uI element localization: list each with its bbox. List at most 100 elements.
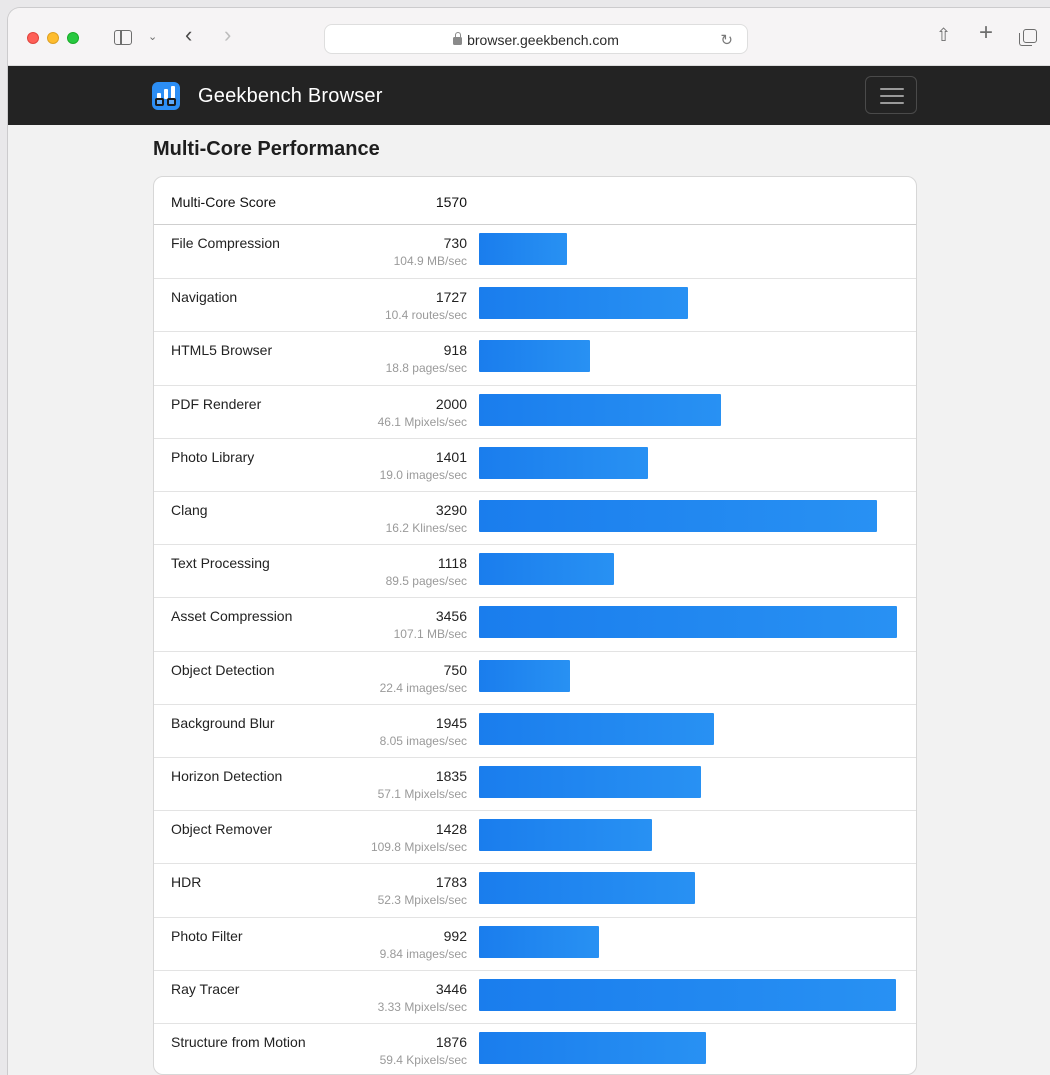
score-bar — [479, 393, 721, 426]
workload-name: Object Detection — [171, 661, 275, 678]
table-row: Clang 3290 16.2 Klines/sec — [154, 491, 916, 544]
workload-rate: 59.4 Kpixels/sec — [379, 1053, 467, 1067]
workload-score: 1945 — [435, 714, 467, 731]
table-row: Object Detection 750 22.4 images/sec — [154, 650, 916, 704]
workload-score: 3446 — [435, 980, 467, 997]
workload-rate: 104.9 MB/sec — [393, 254, 467, 268]
url-text: browser.geekbench.com — [467, 32, 619, 48]
workload-rate: 107.1 MB/sec — [393, 627, 467, 642]
workload-name: File Compression — [171, 235, 280, 251]
workload-score: 1401 — [435, 448, 467, 465]
chevron-down-icon[interactable]: ⌄ — [148, 28, 157, 46]
workload-score: 750 — [443, 661, 467, 678]
workload-name: Photo Library — [171, 448, 255, 465]
close-window-button[interactable] — [27, 32, 39, 44]
workload-name: Ray Tracer — [171, 980, 240, 997]
workload-rate: 89.5 pages/sec — [385, 574, 467, 589]
workload-name: Photo Filter — [171, 927, 243, 944]
workload-score: 1118 — [437, 555, 467, 572]
page-title: Multi-Core Performance — [153, 138, 380, 160]
workload-name: Horizon Detection — [171, 768, 283, 784]
table-row: Background Blur 1945 8.05 images/sec — [154, 703, 916, 757]
score-bar — [479, 872, 695, 905]
workload-rate: 8.05 images/sec — [379, 733, 467, 748]
geekbench-logo-icon[interactable] — [152, 82, 180, 110]
site-navbar: Geekbench Browser — [8, 66, 1050, 125]
browser-toolbar: ⌄ ‹ › browser.geekbench.com ↻ ⇧ + — [8, 8, 1050, 66]
workload-name: Clang — [171, 502, 208, 518]
reload-icon[interactable]: ↻ — [720, 31, 733, 49]
score-bar — [479, 500, 877, 532]
workload-rate: 22.4 images/sec — [379, 680, 467, 695]
table-row: HDR 1783 52.3 Mpixels/sec — [154, 863, 916, 916]
minimize-window-button[interactable] — [47, 32, 59, 44]
workload-score: 2000 — [435, 395, 467, 412]
score-bar — [479, 819, 652, 852]
table-row: File Compression 730 104.9 MB/sec — [154, 225, 916, 278]
workload-rate: 9.84 images/sec — [379, 946, 467, 961]
score-bar — [479, 446, 648, 479]
table-row: Photo Filter 992 9.84 images/sec — [154, 916, 916, 970]
workload-score: 3456 — [435, 608, 467, 625]
workload-rate: 3.33 Mpixels/sec — [377, 999, 467, 1014]
workload-score: 1428 — [435, 821, 467, 838]
score-bar — [479, 606, 897, 639]
workload-name: Background Blur — [171, 714, 275, 731]
table-row: Text Processing 1118 89.5 pages/sec — [154, 544, 916, 597]
hamburger-menu-icon[interactable] — [865, 76, 917, 114]
table-row: Horizon Detection 1835 57.1 Mpixels/sec — [154, 757, 916, 810]
workload-score: 1835 — [435, 768, 467, 784]
sidebar-icon[interactable] — [114, 30, 132, 45]
score-bar — [479, 766, 701, 798]
table-row: HTML5 Browser 918 18.8 pages/sec — [154, 331, 916, 384]
score-bar — [479, 925, 599, 958]
share-icon[interactable]: ⇧ — [936, 26, 951, 44]
workload-rate: 10.4 routes/sec — [384, 308, 467, 323]
workload-name: Navigation — [171, 289, 238, 306]
workload-rate: 52.3 Mpixels/sec — [377, 893, 467, 908]
workload-name: Text Processing — [171, 555, 270, 572]
workload-name: HDR — [171, 874, 202, 891]
plus-icon[interactable]: + — [979, 21, 993, 45]
table-row: PDF Renderer 2000 46.1 Mpixels/sec — [154, 384, 916, 438]
workload-rate: 46.1 Mpixels/sec — [377, 414, 467, 429]
workload-score: 1876 — [435, 1034, 467, 1050]
score-bar — [479, 553, 614, 586]
workload-score: 3290 — [435, 502, 467, 518]
benchmark-table: Multi-Core Score 1570 File Compression 73… — [153, 176, 917, 1075]
workload-rate: 16.2 Klines/sec — [385, 521, 467, 535]
workload-score: 730 — [443, 235, 467, 251]
workload-rate: 57.1 Mpixels/sec — [377, 787, 467, 801]
back-button[interactable]: ‹ — [185, 24, 192, 46]
table-row: Ray Tracer 3446 3.33 Mpixels/sec — [154, 969, 916, 1023]
tabs-icon[interactable] — [1019, 29, 1037, 46]
score-bar — [479, 340, 590, 373]
table-row: Asset Compression 3456 107.1 MB/sec — [154, 597, 916, 650]
workload-score: 992 — [443, 927, 467, 944]
table-row: Photo Library 1401 19.0 images/sec — [154, 437, 916, 491]
score-bar — [479, 233, 567, 265]
browser-window: ⌄ ‹ › browser.geekbench.com ↻ ⇧ + Geekbe… — [8, 8, 1050, 1075]
workload-score: 918 — [443, 342, 467, 359]
brand-name[interactable]: Geekbench Browser — [198, 85, 383, 108]
score-bar — [479, 712, 714, 745]
multi-core-score-label: Multi-Core Score — [171, 194, 277, 210]
address-bar[interactable]: browser.geekbench.com ↻ — [324, 24, 748, 54]
forward-button[interactable]: › — [224, 24, 231, 46]
table-row: Structure from Motion 1876 59.4 Kpixels/se… — [154, 1023, 916, 1074]
workload-name: Structure from Motion — [171, 1034, 306, 1050]
workload-rate: 109.8 Mpixels/sec — [370, 840, 467, 855]
workload-rate: 19.0 images/sec — [379, 467, 467, 482]
workload-name: Asset Compression — [171, 608, 293, 625]
table-header-row: Multi-Core Score 1570 — [154, 177, 916, 225]
workload-name: PDF Renderer — [171, 395, 262, 412]
multi-core-score-value: 1570 — [435, 194, 467, 210]
lock-icon — [453, 32, 463, 45]
score-bar — [479, 978, 896, 1011]
score-bar — [479, 1032, 706, 1064]
maximize-window-button[interactable] — [67, 32, 79, 44]
score-bar — [479, 287, 688, 320]
workload-name: Object Remover — [171, 821, 273, 838]
workload-name: HTML5 Browser — [171, 342, 273, 359]
table-row: Object Remover 1428 109.8 Mpixels/sec — [154, 810, 916, 863]
